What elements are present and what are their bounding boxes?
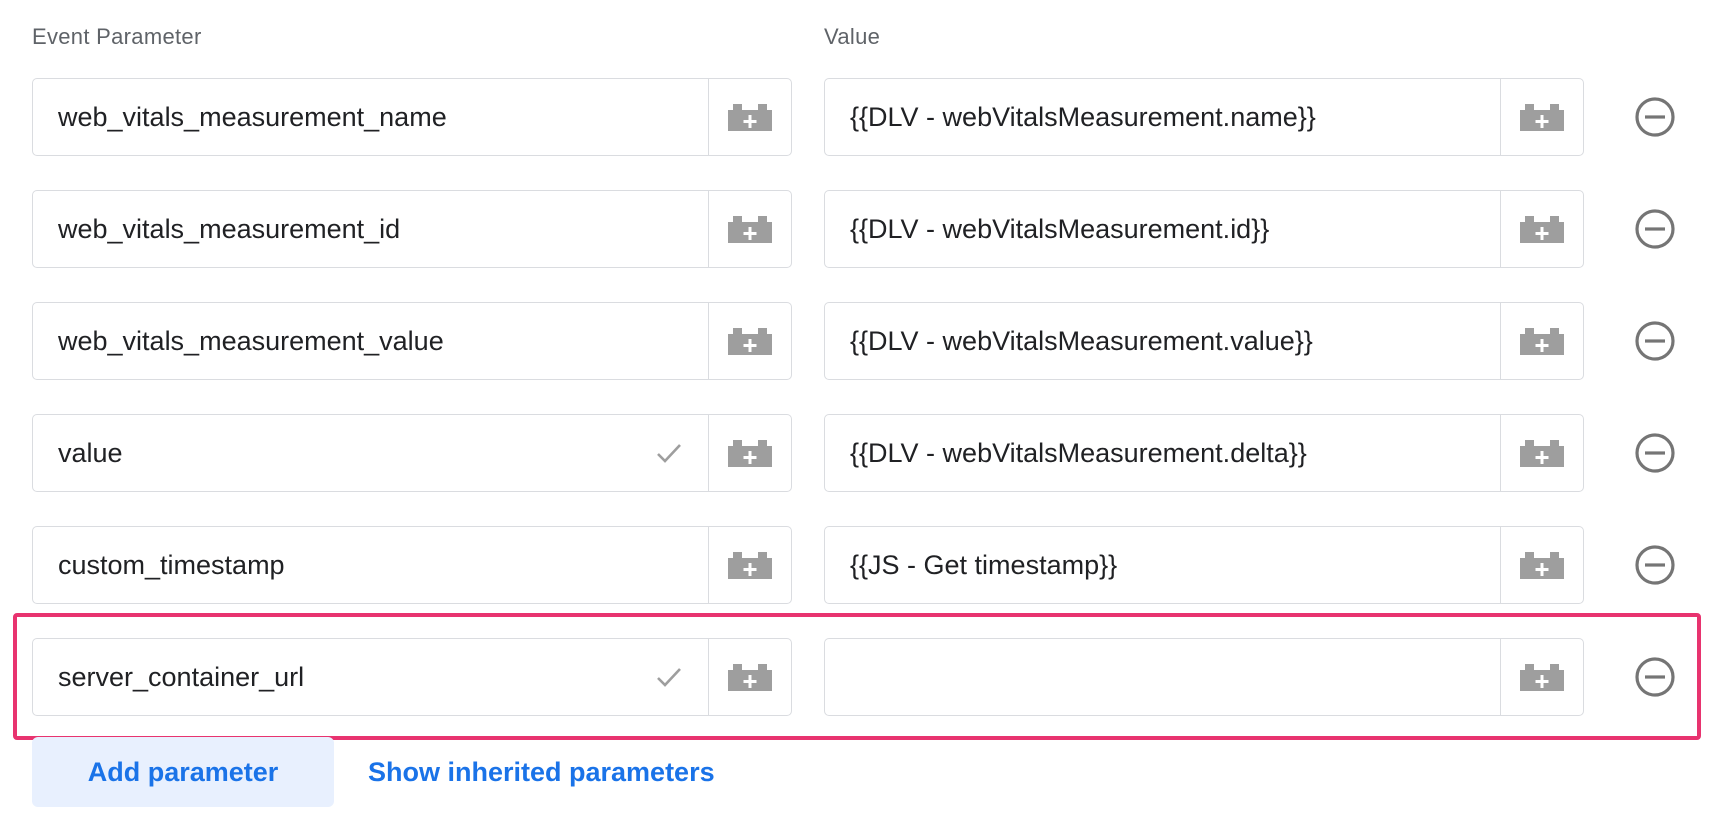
value-input[interactable]: {{JS - Get timestamp}} (824, 526, 1584, 604)
value-input[interactable]: {{DLV - webVitalsMeasurement.id}} (824, 190, 1584, 268)
variable-picker-button[interactable] (1500, 191, 1583, 267)
parameter-row: web_vitals_measurement_name {{DLV - webV… (0, 78, 1718, 158)
variable-picker-button[interactable] (1500, 415, 1583, 491)
parameter-row: web_vitals_measurement_value {{DLV - web… (0, 302, 1718, 382)
remove-row-icon[interactable] (1634, 208, 1676, 250)
value-input[interactable]: {{DLV - webVitalsMeasurement.delta}} (824, 414, 1584, 492)
event-parameter-input[interactable]: value (32, 414, 792, 492)
value-text[interactable]: {{JS - Get timestamp}} (850, 527, 1117, 603)
parameter-row: custom_timestamp {{JS - Get timestamp}} (0, 526, 1718, 606)
variable-picker-button[interactable] (1500, 527, 1583, 603)
remove-row-icon[interactable] (1634, 96, 1676, 138)
variable-picker-icon (1520, 104, 1564, 131)
value-header: Value (824, 24, 881, 49)
event-parameter-text[interactable]: custom_timestamp (58, 527, 285, 603)
remove-row-icon[interactable] (1634, 320, 1676, 362)
variable-picker-icon (728, 104, 772, 131)
value-text[interactable]: {{DLV - webVitalsMeasurement.id}} (850, 191, 1269, 267)
variable-picker-icon (1520, 552, 1564, 579)
parameter-row: value {{DLV - webVitalsMeasurement.delta… (0, 414, 1718, 494)
variable-picker-icon (1520, 440, 1564, 467)
variable-picker-icon (728, 328, 772, 355)
parameter-row: web_vitals_measurement_id {{DLV - webVit… (0, 190, 1718, 270)
variable-picker-icon (1520, 328, 1564, 355)
event-parameter-text[interactable]: web_vitals_measurement_value (58, 303, 444, 379)
value-text[interactable]: {{DLV - webVitalsMeasurement.value}} (850, 303, 1313, 379)
value-text[interactable]: {{DLV - webVitalsMeasurement.name}} (850, 79, 1316, 155)
value-input[interactable]: {{DLV - webVitalsMeasurement.name}} (824, 78, 1584, 156)
event-parameter-input[interactable]: web_vitals_measurement_name (32, 78, 792, 156)
variable-picker-button[interactable] (708, 303, 791, 379)
variable-picker-button[interactable] (708, 191, 791, 267)
event-parameter-input[interactable]: custom_timestamp (32, 526, 792, 604)
variable-picker-icon (728, 216, 772, 243)
event-parameter-text[interactable]: web_vitals_measurement_name (58, 79, 447, 155)
variable-picker-icon (728, 440, 772, 467)
value-text[interactable]: {{DLV - webVitalsMeasurement.delta}} (850, 415, 1307, 491)
variable-picker-button[interactable] (1500, 79, 1583, 155)
variable-picker-button[interactable] (708, 415, 791, 491)
value-input[interactable]: {{DLV - webVitalsMeasurement.value}} (824, 302, 1584, 380)
checkmark-icon (651, 435, 687, 471)
event-parameter-header: Event Parameter (32, 24, 202, 49)
highlight-box (13, 613, 1701, 740)
remove-row-icon[interactable] (1634, 544, 1676, 586)
event-parameter-text[interactable]: value (58, 415, 123, 491)
variable-picker-icon (728, 552, 772, 579)
remove-row-icon[interactable] (1634, 432, 1676, 474)
event-parameter-input[interactable]: web_vitals_measurement_value (32, 302, 792, 380)
event-parameter-text[interactable]: web_vitals_measurement_id (58, 191, 400, 267)
add-parameter-button[interactable]: Add parameter (32, 737, 334, 807)
variable-picker-button[interactable] (708, 527, 791, 603)
variable-picker-icon (1520, 216, 1564, 243)
variable-picker-button[interactable] (708, 79, 791, 155)
show-inherited-parameters-link[interactable]: Show inherited parameters (368, 737, 715, 807)
event-parameter-input[interactable]: web_vitals_measurement_id (32, 190, 792, 268)
variable-picker-button[interactable] (1500, 303, 1583, 379)
